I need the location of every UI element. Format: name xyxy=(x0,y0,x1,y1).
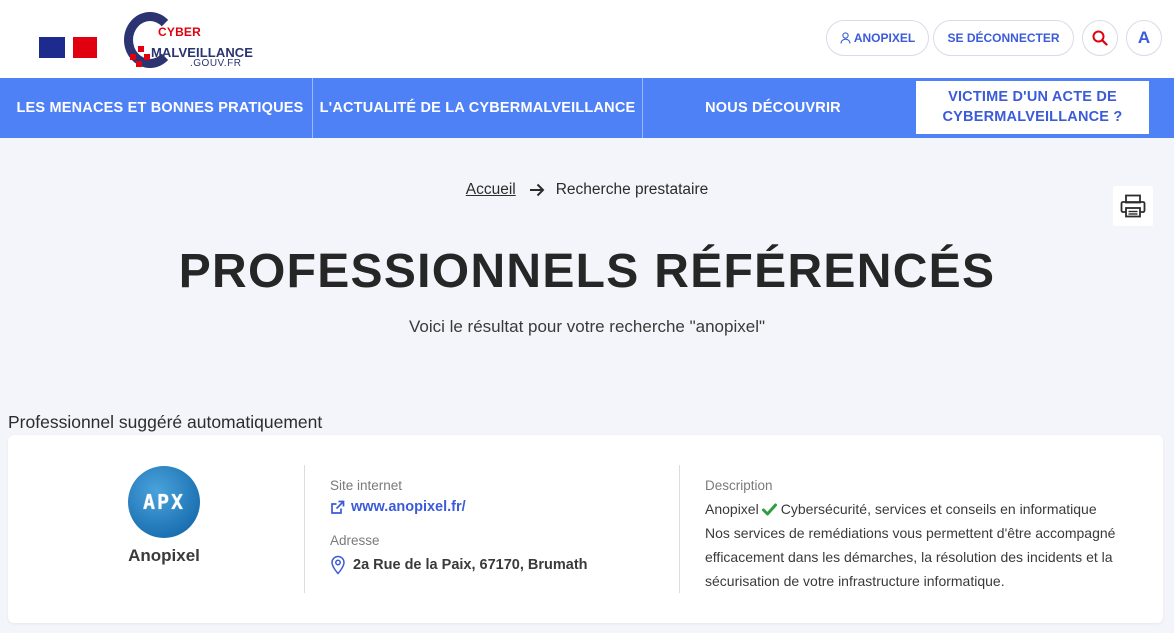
user-icon xyxy=(840,32,851,44)
provider-name: Anopixel xyxy=(128,546,200,565)
nav-item-label: NOUS DÉCOUVRIR xyxy=(705,100,841,116)
provider-card: APX Anopixel Site internet www.anopixel.… xyxy=(8,435,1163,623)
logout-button[interactable]: SE DÉCONNECTER xyxy=(933,20,1074,56)
print-button[interactable] xyxy=(1113,186,1153,226)
logo-text-domain: .GOUV.FR xyxy=(190,58,242,69)
arrow-right-icon xyxy=(529,183,545,197)
avatar-text: APX xyxy=(142,490,186,514)
website-url: www.anopixel.fr/ xyxy=(351,499,466,515)
user-account-button[interactable]: ANOPIXEL xyxy=(826,20,929,56)
nav-item-decouvrir[interactable]: NOUS DÉCOUVRIR xyxy=(643,78,903,138)
nav-item-menaces[interactable]: LES MENACES ET BONNES PRATIQUES xyxy=(8,78,312,138)
search-button[interactable] xyxy=(1082,20,1118,56)
website-link[interactable]: www.anopixel.fr/ xyxy=(330,499,466,515)
logout-label: SE DÉCONNECTER xyxy=(947,31,1060,45)
card-divider xyxy=(679,465,680,593)
description-body: Nos services de remédiations vous permet… xyxy=(705,525,1116,589)
description-company: Anopixel xyxy=(705,501,759,517)
address-text: 2a Rue de la Paix, 67170, Brumath xyxy=(353,557,588,573)
breadcrumb: Accueil Recherche prestataire xyxy=(0,181,1174,199)
user-account-label: ANOPIXEL xyxy=(853,31,916,45)
accessibility-button[interactable]: A xyxy=(1126,20,1162,56)
description-tagline: Cybersécurité, services et conseils en i… xyxy=(780,501,1097,517)
logo-pixels xyxy=(130,46,152,68)
printer-icon xyxy=(1120,194,1146,218)
nav-item-label: LES MENACES ET BONNES PRATIQUES xyxy=(16,100,304,116)
card-divider xyxy=(304,465,305,593)
description: Anopixel Cybersécurité, services et conse… xyxy=(705,497,1135,593)
breadcrumb-current: Recherche prestataire xyxy=(555,181,709,198)
location-pin-icon xyxy=(331,555,345,575)
description-label: Description xyxy=(705,478,773,493)
breadcrumb-home-link[interactable]: Accueil xyxy=(466,181,516,199)
address: 2a Rue de la Paix, 67170, Brumath xyxy=(330,555,588,575)
logo-text-cyber: CYBER xyxy=(158,25,202,39)
nav-item-label: L'ACTUALITÉ DE LA CYBERMALVEILLANCE xyxy=(319,100,636,116)
provider-avatar: APX xyxy=(128,466,200,538)
victim-cta-button[interactable]: VICTIME D'UN ACTE DE CYBERMALVEILLANCE ? xyxy=(916,81,1149,134)
address-label: Adresse xyxy=(330,533,380,548)
cybermalveillance-logo[interactable]: CYBER MALVEILLANCE .GOUV.FR xyxy=(124,12,264,70)
page-title: PROFESSIONNELS RÉFÉRENCÉS xyxy=(178,245,996,298)
victim-cta-line1: VICTIME D'UN ACTE DE xyxy=(948,89,1117,105)
website-label: Site internet xyxy=(330,478,403,493)
external-link-icon xyxy=(331,500,345,514)
check-icon xyxy=(761,503,777,516)
victim-cta-line2: CYBERMALVEILLANCE ? xyxy=(942,109,1123,125)
search-result-subtitle: Voici le résultat pour votre recherche "… xyxy=(408,317,766,336)
header-bar: CYBER MALVEILLANCE .GOUV.FR ANOPIXEL SE … xyxy=(0,0,1174,78)
republique-francaise-logo[interactable] xyxy=(39,37,97,58)
search-icon xyxy=(1092,30,1108,46)
nav-item-actualite[interactable]: L'ACTUALITÉ DE LA CYBERMALVEILLANCE xyxy=(313,78,642,138)
accessibility-label: A xyxy=(1137,28,1151,47)
section-label: Professionnel suggéré automatiquement xyxy=(8,412,323,432)
